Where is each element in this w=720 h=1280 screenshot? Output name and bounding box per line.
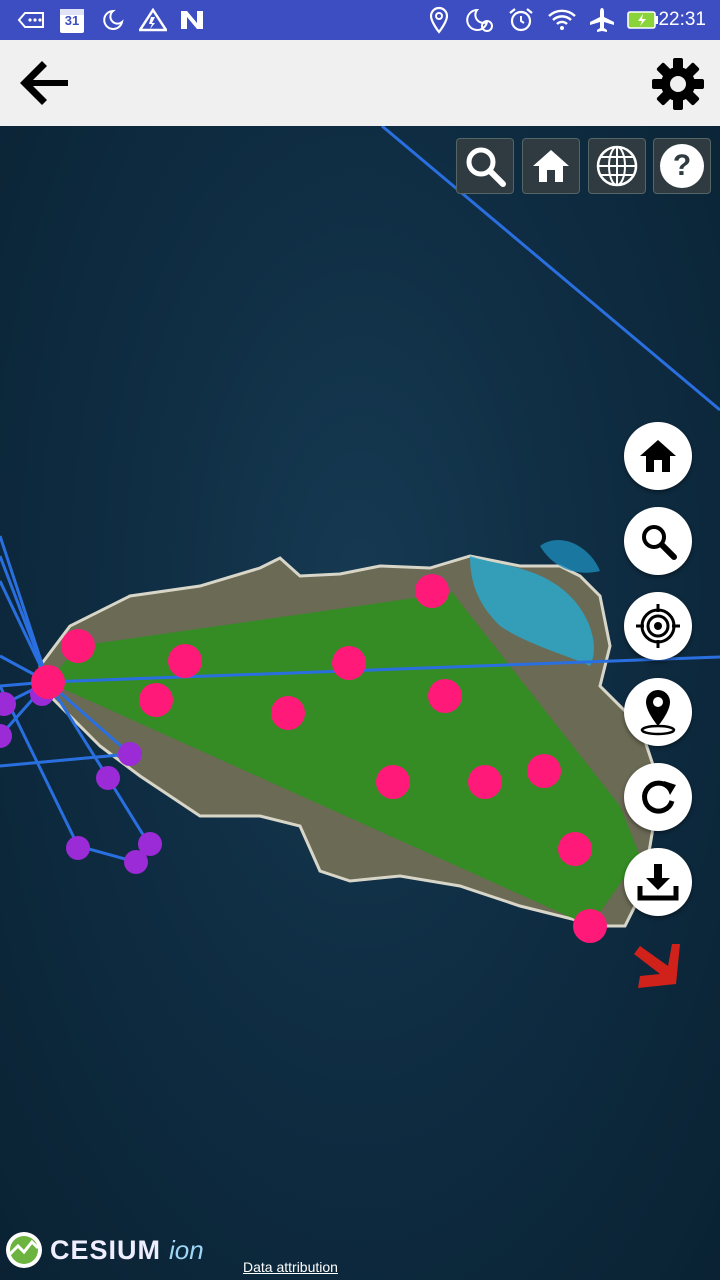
cesium-logo-icon — [6, 1232, 42, 1268]
warning-icon — [138, 6, 168, 34]
settings-button[interactable] — [650, 56, 706, 112]
globe-button[interactable] — [588, 138, 646, 194]
voicemail-icon — [16, 6, 46, 34]
app-bar — [0, 40, 720, 126]
purple-marker[interactable] — [118, 742, 142, 766]
data-attribution-link[interactable]: Data attribution — [243, 1259, 338, 1275]
status-bar: 31 22:31 — [0, 0, 720, 40]
back-button[interactable] — [14, 54, 72, 112]
home-button[interactable] — [522, 138, 580, 194]
purple-marker[interactable] — [66, 836, 90, 860]
search-icon — [642, 525, 677, 560]
gear-icon — [652, 58, 704, 110]
pink-marker[interactable] — [558, 832, 592, 866]
arrow-left-icon — [20, 61, 68, 105]
fab-target-button[interactable] — [624, 592, 692, 660]
map-canvas[interactable] — [0, 126, 720, 1280]
alarm-icon — [506, 6, 536, 34]
cesium-ion-logo[interactable]: CESIUM ion — [4, 1228, 204, 1272]
map-viewer[interactable]: ? CESIUM ion Data attribution — [0, 126, 720, 1280]
chevron-arrow-icon[interactable] — [634, 944, 680, 988]
calendar-icon: 31 — [58, 6, 86, 34]
logo-text: CESIUM — [50, 1234, 162, 1265]
fab-refresh-button[interactable] — [624, 763, 692, 831]
fab-home-button[interactable] — [624, 422, 692, 490]
pink-marker[interactable] — [168, 644, 202, 678]
do-not-disturb-alarm-icon — [464, 6, 496, 34]
purple-marker[interactable] — [96, 766, 120, 790]
fab-location-button[interactable] — [624, 678, 692, 746]
wifi-icon — [546, 6, 578, 34]
do-not-disturb-icon — [100, 6, 126, 34]
help-icon: ? — [660, 144, 704, 188]
home-icon — [533, 150, 569, 182]
status-time: 22:31 — [658, 9, 706, 30]
help-button[interactable]: ? — [653, 138, 711, 194]
airplane-icon — [588, 6, 616, 34]
pink-marker[interactable] — [332, 646, 366, 680]
calendar-day: 31 — [64, 13, 80, 28]
pink-marker[interactable] — [139, 683, 173, 717]
fab-search-button[interactable] — [624, 507, 692, 575]
pink-marker[interactable] — [573, 909, 607, 943]
location-pin-icon — [640, 690, 676, 736]
refresh-icon — [642, 780, 676, 814]
fab-download-button[interactable] — [624, 848, 692, 916]
help-label: ? — [672, 149, 692, 182]
battery-charging-icon — [626, 6, 660, 34]
pink-marker[interactable] — [31, 665, 65, 699]
download-icon — [637, 864, 679, 901]
pink-marker[interactable] — [428, 679, 462, 713]
pink-marker[interactable] — [376, 765, 410, 799]
search-icon — [466, 147, 506, 187]
pink-marker[interactable] — [271, 696, 305, 730]
pink-marker[interactable] — [468, 765, 502, 799]
pink-marker[interactable] — [527, 754, 561, 788]
logo-suffix: ion — [169, 1234, 204, 1265]
purple-marker[interactable] — [124, 850, 148, 874]
n-app-icon — [178, 6, 206, 34]
target-icon — [636, 604, 680, 648]
pink-marker[interactable] — [415, 574, 449, 608]
purple-marker[interactable] — [0, 724, 12, 748]
location-icon — [426, 6, 452, 34]
home-icon — [640, 440, 676, 472]
globe-icon — [596, 145, 638, 187]
search-button[interactable] — [456, 138, 514, 194]
pink-marker[interactable] — [61, 629, 95, 663]
